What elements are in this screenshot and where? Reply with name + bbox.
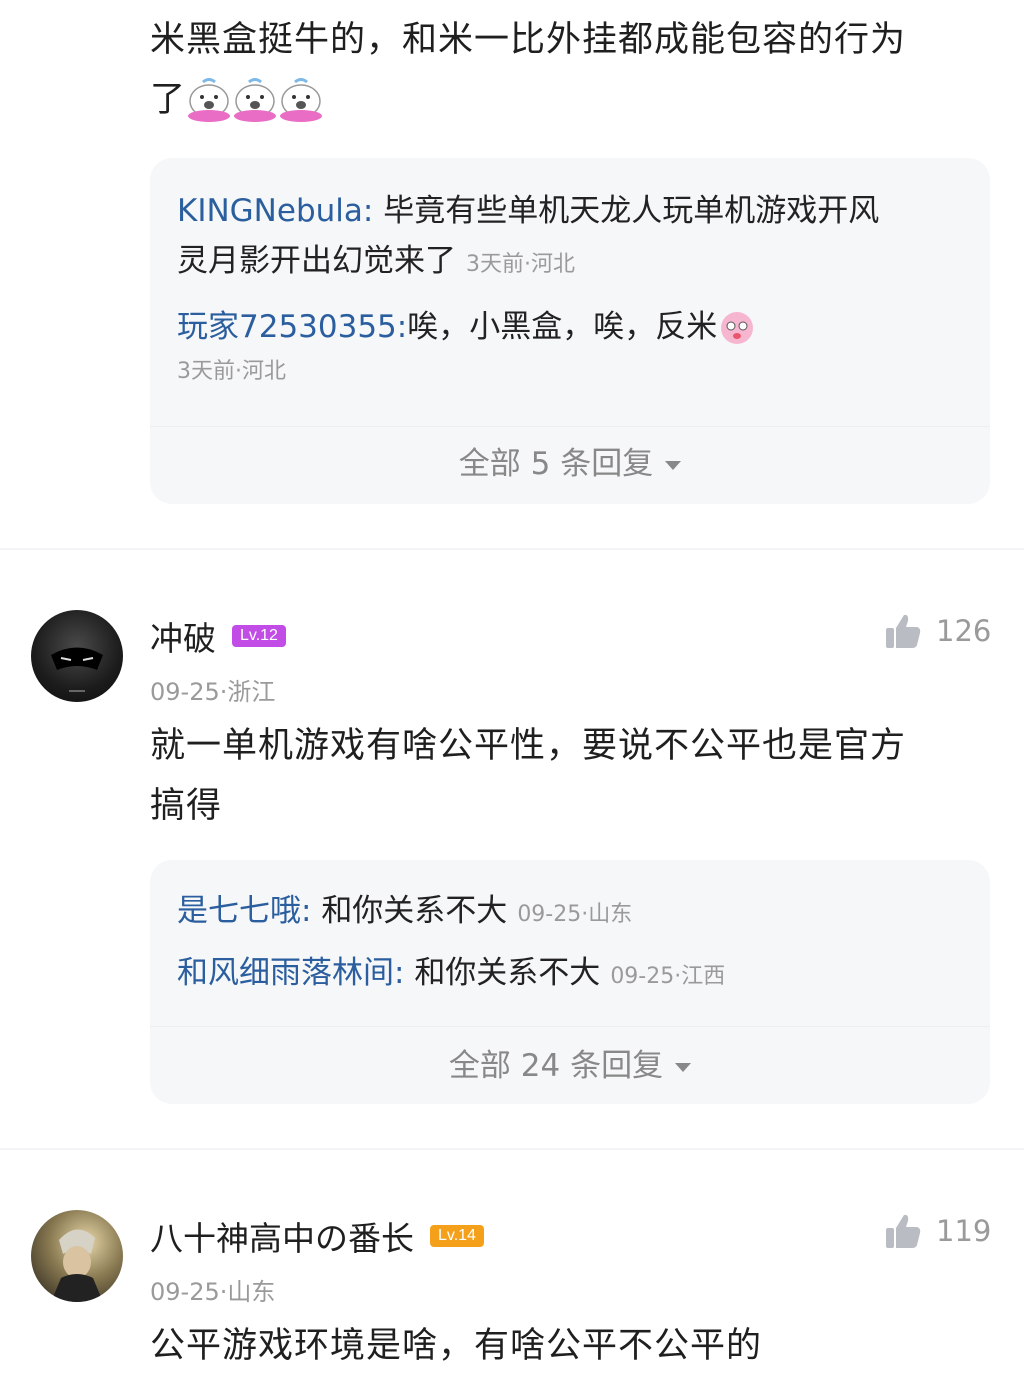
reply-box: 是七七哦: 和你关系不大 09-25·山东 和风细雨落林间: 和你关系不大 09-2…	[150, 860, 990, 1104]
reply-meta: 3天前·河北	[466, 252, 575, 277]
like-button[interactable]: 119	[884, 1212, 991, 1250]
comment-header: 冲破 Lv.12	[150, 612, 286, 660]
comment-text-line: 搞得	[150, 786, 223, 826]
reply-author[interactable]: 玩家72530355	[177, 302, 397, 352]
thumbs-up-icon	[886, 1214, 921, 1248]
caret-down-icon	[675, 1063, 692, 1072]
comment-text-tail: 了	[150, 80, 187, 120]
avatar-image	[51, 1229, 103, 1302]
level-badge: Lv.12	[232, 625, 286, 647]
reply-divider	[150, 1026, 990, 1027]
reply-item[interactable]: 和风细雨落林间: 和你关系不大 09-25·江西	[177, 948, 725, 1002]
username[interactable]: 冲破	[150, 612, 216, 660]
reply-box: KINGNebula: 毕竟有些单机天龙人玩单机游戏开风 灵月影开出幻觉来了 3天…	[150, 158, 990, 504]
username[interactable]: 八十神高中の番长	[150, 1212, 414, 1260]
comment-text-line: 就一单机游戏有啥公平性，要说不公平也是官方	[150, 726, 907, 766]
reply-item[interactable]: KINGNebula: 毕竟有些单机天龙人玩单机游戏开风 灵月影开出幻觉来了 3天…	[177, 186, 967, 290]
reply-text: 和你关系不大	[414, 955, 601, 991]
reply-text: 唉，小黑盒，唉，反米	[407, 309, 718, 345]
sticker-emoji-icon	[188, 78, 231, 122]
avatar[interactable]	[31, 610, 123, 702]
comment-text: 公平游戏环境是啥，有啥公平不公平的	[150, 1316, 762, 1376]
caret-down-icon	[665, 461, 682, 470]
comment-meta: 09-25·浙江	[150, 678, 276, 706]
sticker-emoji-icon	[280, 78, 323, 122]
avatar-image	[51, 647, 103, 692]
sticker-emoji-icon	[721, 312, 754, 344]
reply-meta: 3天前·河北	[177, 359, 286, 384]
comment-text-line: 公平游戏环境是啥，有啥公平不公平的	[150, 1326, 763, 1366]
comment-text: 米黑盒挺牛的，和米一比外挂都成能包容的行为 了	[150, 10, 906, 130]
comment-text: 就一单机游戏有啥公平性，要说不公平也是官方 搞得	[150, 716, 906, 836]
expand-replies-label: 全部 24 条回复	[448, 1048, 664, 1084]
reply-author[interactable]: KINGNebula	[177, 193, 363, 229]
reply-author[interactable]: 是七七哦	[177, 893, 301, 929]
avatar[interactable]	[31, 1210, 123, 1302]
comment-separator	[0, 548, 1024, 550]
expand-replies-label: 全部 5 条回复	[458, 446, 654, 482]
expand-replies-button[interactable]: 全部 24 条回复	[150, 1046, 990, 1086]
like-button[interactable]: 126	[884, 612, 991, 650]
comment-meta: 09-25·山东	[150, 1278, 276, 1306]
thumbs-up-icon	[886, 614, 921, 648]
reply-meta: 09-25·山东	[517, 902, 633, 927]
comment-separator	[0, 1148, 1024, 1150]
reply-text: 和你关系不大	[321, 893, 508, 929]
like-count: 119	[936, 1214, 992, 1248]
like-count: 126	[936, 614, 992, 648]
level-badge: Lv.14	[430, 1225, 484, 1247]
reply-text: 毕竟有些单机天龙人玩单机游戏开风	[383, 193, 880, 229]
comment-text-line: 米黑盒挺牛的，和米一比外挂都成能包容的行为	[150, 20, 907, 60]
reply-item[interactable]: 是七七哦: 和你关系不大 09-25·山东	[177, 886, 632, 940]
reply-author[interactable]: 和风细雨落林间	[177, 955, 394, 991]
reply-meta: 09-25·江西	[610, 964, 726, 989]
reply-text: 灵月影开出幻觉来了	[177, 243, 456, 279]
reply-item[interactable]: 玩家72530355: 唉，小黑盒，唉，反米 3天前·河北	[177, 302, 967, 392]
reply-divider	[150, 426, 990, 427]
sticker-emoji-icon	[234, 78, 277, 122]
expand-replies-button[interactable]: 全部 5 条回复	[150, 444, 990, 484]
comment-header: 八十神高中の番长 Lv.14	[150, 1212, 484, 1260]
comment-text-line: 了	[150, 70, 906, 130]
